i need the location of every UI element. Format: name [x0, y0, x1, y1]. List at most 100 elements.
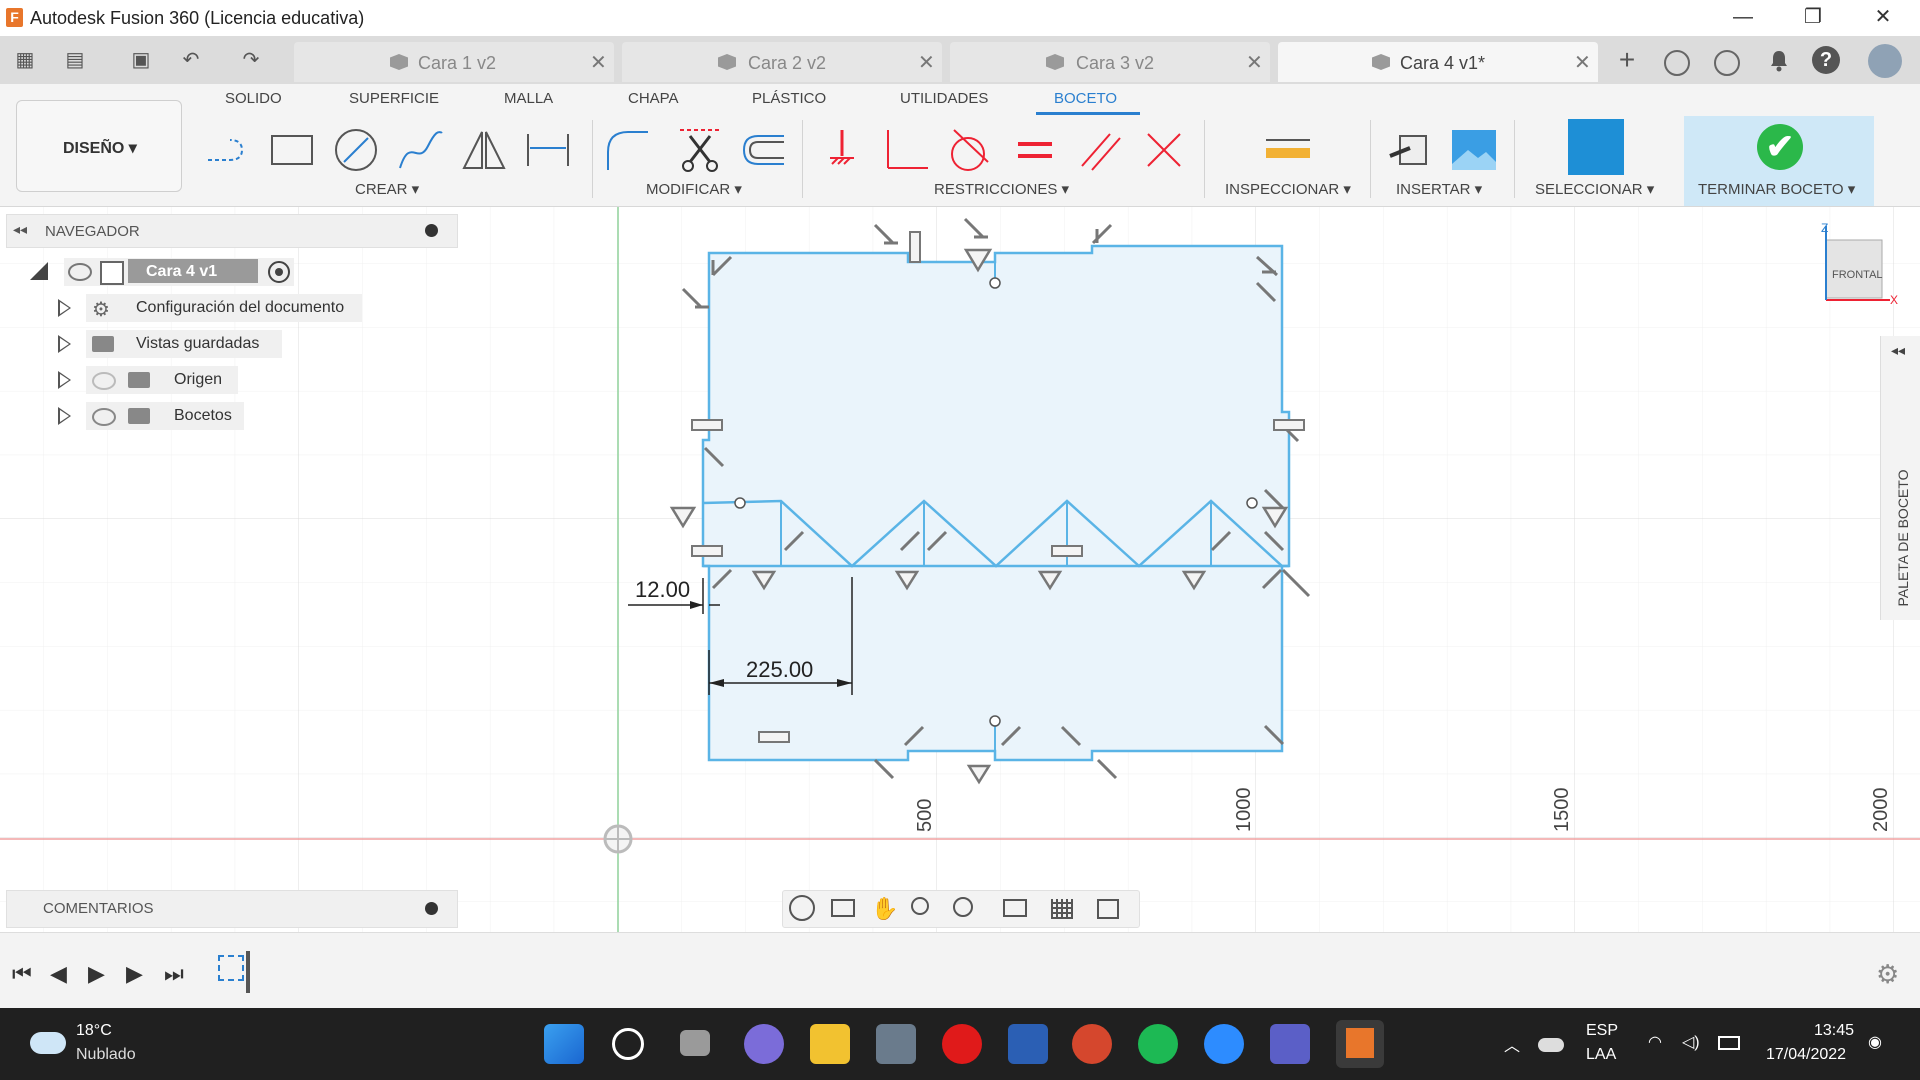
tab-plastico[interactable]: PLÁSTICO: [752, 90, 826, 107]
opera-browser-icon[interactable]: [942, 1024, 982, 1064]
teams-chat-icon[interactable]: [744, 1024, 784, 1064]
help-icon[interactable]: ?: [1812, 46, 1840, 74]
tab-solido[interactable]: SOLIDO: [225, 90, 282, 107]
clock-date[interactable]: 17/04/2022: [1766, 1046, 1846, 1064]
go-to-end-icon[interactable]: ⏭: [164, 961, 184, 987]
workspace-switcher[interactable]: DISEÑO ▾: [16, 100, 182, 192]
line-tool-icon[interactable]: [204, 126, 252, 174]
insert-canvas-image-icon[interactable]: [1450, 126, 1498, 174]
tab-chapa[interactable]: CHAPA: [628, 90, 679, 107]
tab-malla[interactable]: MALLA: [504, 90, 553, 107]
tangent-constraint-icon[interactable]: [944, 126, 992, 174]
step-back-icon[interactable]: ◀: [50, 961, 67, 987]
expand-arrow-icon[interactable]: [58, 371, 71, 389]
orbit-icon[interactable]: [789, 895, 815, 921]
redo-icon[interactable]: ↷: [236, 46, 266, 74]
notifications-bell-icon[interactable]: [1764, 48, 1794, 78]
sketch-feature-icon[interactable]: [218, 955, 244, 981]
coincident-constraint-icon[interactable]: [1140, 126, 1188, 174]
tab-cara-4[interactable]: Cara 4 v1* ✕: [1278, 42, 1598, 82]
perpendicular-constraint-icon[interactable]: [882, 126, 930, 174]
language-indicator[interactable]: ESP: [1586, 1022, 1618, 1040]
zoom-icon[interactable]: [911, 897, 929, 915]
close-tab-icon[interactable]: ✕: [1246, 50, 1263, 75]
tab-cara-2[interactable]: Cara 2 v2 ✕: [622, 42, 942, 82]
weather-temperature[interactable]: 18°C: [76, 1022, 112, 1040]
navigator-header[interactable]: ◂◂ NAVEGADOR: [6, 214, 458, 248]
modificar-menu[interactable]: MODIFICAR ▾: [646, 180, 742, 198]
user-avatar[interactable]: [1868, 44, 1902, 78]
word-icon[interactable]: [1008, 1024, 1048, 1064]
battery-icon[interactable]: [1718, 1036, 1740, 1050]
close-tab-icon[interactable]: ✕: [590, 50, 607, 75]
terminar-boceto-menu[interactable]: TERMINAR BOCETO ▾: [1698, 180, 1855, 198]
step-forward-icon[interactable]: ▶: [126, 961, 143, 987]
comments-panel[interactable]: COMENTARIOS: [6, 890, 458, 928]
undo-icon[interactable]: ↶: [176, 46, 206, 74]
show-hidden-icons-chevron-icon[interactable]: ︿: [1504, 1032, 1520, 1056]
restricciones-menu[interactable]: RESTRICCIONES ▾: [934, 180, 1069, 198]
play-icon[interactable]: ▶: [88, 961, 105, 987]
new-tab-icon[interactable]: +: [1612, 46, 1642, 74]
calculator-icon[interactable]: [876, 1024, 916, 1064]
inspeccionar-menu[interactable]: INSPECCIONAR ▾: [1225, 180, 1351, 198]
spotify-icon[interactable]: [1138, 1024, 1178, 1064]
job-status-icon[interactable]: [1714, 50, 1740, 76]
equal-constraint-icon[interactable]: [1012, 126, 1060, 174]
seleccionar-menu[interactable]: SELECCIONAR ▾: [1535, 180, 1654, 198]
display-settings-icon[interactable]: [1003, 899, 1027, 917]
collapse-panel-icon[interactable]: ◂◂: [13, 221, 27, 238]
sync-icon[interactable]: [1664, 50, 1690, 76]
dimension-tool-icon[interactable]: [524, 126, 572, 174]
teams-icon[interactable]: [1270, 1024, 1310, 1064]
weather-description[interactable]: Nublado: [76, 1046, 136, 1064]
wifi-icon[interactable]: ◠: [1648, 1032, 1662, 1052]
keyboard-layout-indicator[interactable]: LAA: [1586, 1046, 1616, 1064]
close-tab-icon[interactable]: ✕: [1574, 50, 1591, 75]
tab-cara-3[interactable]: Cara 3 v2 ✕: [950, 42, 1270, 82]
expand-arrow-icon[interactable]: [58, 299, 71, 317]
tab-cara-1[interactable]: Cara 1 v2 ✕: [294, 42, 614, 82]
fillet-tool-icon[interactable]: [604, 126, 652, 174]
close-window-button[interactable]: ✕: [1854, 0, 1912, 36]
eye-icon[interactable]: [92, 408, 116, 426]
eye-icon[interactable]: [68, 263, 92, 281]
expand-arrow-icon[interactable]: [58, 407, 71, 425]
parallel-constraint-icon[interactable]: [1076, 126, 1124, 174]
look-at-icon[interactable]: [831, 899, 855, 917]
dimension-label[interactable]: 12.00: [635, 577, 690, 602]
sketch-palette-tab[interactable]: ◂◂ PALETA DE BOCETO: [1880, 336, 1920, 620]
tab-boceto[interactable]: BOCETO: [1054, 90, 1117, 107]
volume-icon[interactable]: ◁): [1682, 1032, 1700, 1052]
weather-cloud-icon[interactable]: [30, 1032, 66, 1054]
onedrive-cloud-icon[interactable]: [1538, 1038, 1564, 1052]
minimize-button[interactable]: —: [1714, 0, 1772, 36]
mirror-tool-icon[interactable]: [460, 126, 508, 174]
grid-settings-icon[interactable]: [1051, 899, 1073, 919]
add-comment-icon[interactable]: [425, 902, 438, 915]
measure-tool-icon[interactable]: [1264, 126, 1312, 174]
crear-menu[interactable]: CREAR ▾: [355, 180, 419, 198]
zoom-app-icon[interactable]: [1204, 1024, 1244, 1064]
rectangle-tool-icon[interactable]: [268, 126, 316, 174]
tab-superficie[interactable]: SUPERFICIE: [349, 90, 439, 107]
eye-hidden-icon[interactable]: [92, 372, 116, 390]
file-menu-icon[interactable]: ▤: [60, 46, 90, 74]
maximize-button[interactable]: ❐: [1784, 0, 1842, 36]
nav-item-document-settings[interactable]: ⚙ Configuración del documento: [58, 294, 378, 322]
powerpoint-icon[interactable]: [1072, 1024, 1112, 1064]
fusion360-taskbar-button[interactable]: [1336, 1020, 1384, 1068]
spline-tool-icon[interactable]: [396, 126, 444, 174]
nav-item-origin[interactable]: Origen: [58, 366, 378, 394]
save-icon[interactable]: ▣: [126, 46, 156, 74]
viewports-icon[interactable]: [1097, 899, 1119, 919]
close-tab-icon[interactable]: ✕: [918, 50, 935, 75]
navigator-options-icon[interactable]: [425, 224, 438, 237]
trim-scissors-icon[interactable]: [676, 126, 724, 174]
nav-item-saved-views[interactable]: Vistas guardadas: [58, 330, 378, 358]
finish-sketch-check-icon[interactable]: ✔: [1757, 124, 1803, 170]
fit-icon[interactable]: [953, 897, 973, 917]
pan-hand-icon[interactable]: ✋: [871, 896, 898, 922]
go-to-start-icon[interactable]: ⏮: [12, 961, 32, 987]
file-explorer-icon[interactable]: [810, 1024, 850, 1064]
